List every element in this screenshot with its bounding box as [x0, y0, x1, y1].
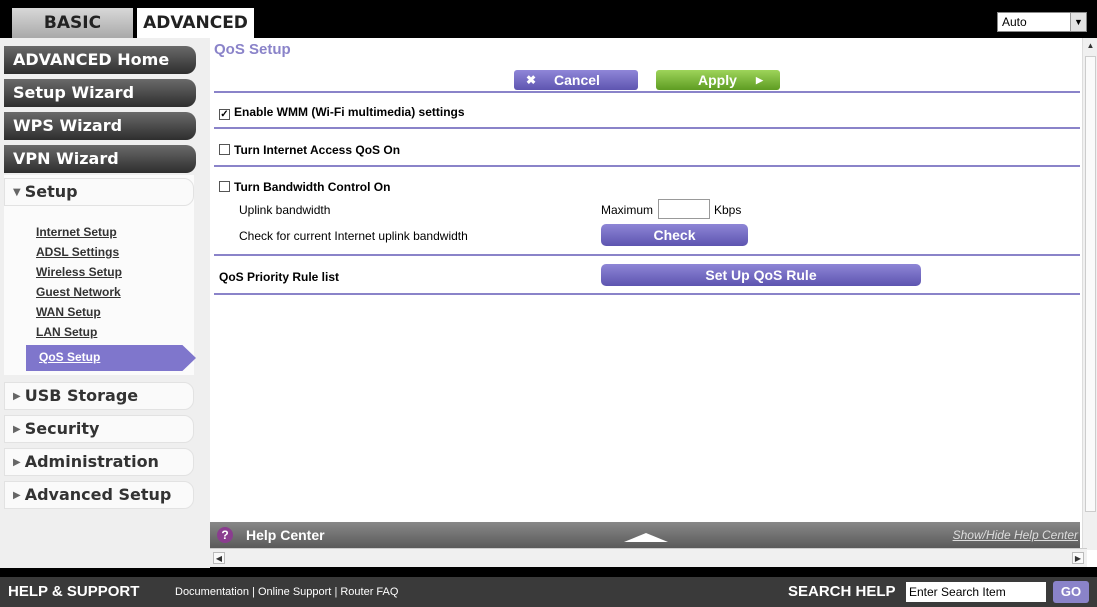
- expanded-triangle-icon: ▼: [13, 187, 21, 198]
- sublink-wireless-setup[interactable]: Wireless Setup: [36, 265, 122, 279]
- sidebar-item-setup-label: Setup: [24, 182, 78, 201]
- divider: [214, 254, 1080, 256]
- vertical-scrollbar[interactable]: ▲: [1082, 38, 1097, 550]
- divider: [214, 165, 1080, 167]
- bandwidth-control-checkbox[interactable]: [219, 181, 230, 192]
- sidebar-item-administration[interactable]: ▶ Administration: [4, 448, 194, 476]
- scroll-up-icon[interactable]: ▲: [1084, 39, 1097, 53]
- tab-advanced[interactable]: ADVANCED: [137, 8, 254, 38]
- arrow-right-icon: ▶: [756, 75, 763, 85]
- sidebar: ADVANCED Home Setup Wizard WPS Wizard VP…: [0, 38, 210, 568]
- divider: [214, 293, 1080, 295]
- uplink-bandwidth-input[interactable]: [658, 199, 710, 219]
- horizontal-scrollbar[interactable]: ◀ ▶: [210, 548, 1087, 567]
- sublink-qos-setup-active[interactable]: QoS Setup: [26, 345, 196, 371]
- bandwidth-control-label: Turn Bandwidth Control On: [234, 180, 391, 194]
- collapsed-triangle-icon: ▶: [13, 391, 21, 402]
- sidebar-item-advanced-home[interactable]: ADVANCED Home: [4, 46, 196, 74]
- divider: [214, 91, 1080, 93]
- check-uplink-label: Check for current Internet uplink bandwi…: [239, 229, 468, 243]
- cancel-button-label: Cancel: [554, 72, 600, 88]
- router-admin-window: BASIC ADVANCED Auto ▼ ADVANCED Home Setu…: [0, 0, 1097, 607]
- help-icon: ?: [217, 527, 233, 543]
- language-select-value: Auto: [1002, 15, 1027, 29]
- kbps-unit-label: Kbps: [714, 203, 742, 217]
- chevron-down-icon[interactable]: ▼: [1070, 13, 1086, 31]
- sublink-adsl-settings[interactable]: ADSL Settings: [36, 245, 119, 259]
- top-tab-bar: BASIC ADVANCED Auto ▼: [0, 0, 1097, 38]
- search-help-label: SEARCH HELP: [788, 583, 896, 600]
- sidebar-item-security[interactable]: ▶ Security: [4, 415, 194, 443]
- help-center-title: Help Center: [246, 527, 325, 543]
- sublink-internet-setup[interactable]: Internet Setup: [36, 225, 117, 239]
- collapsed-triangle-icon: ▶: [13, 424, 21, 435]
- scroll-thumb[interactable]: [1085, 56, 1096, 512]
- uplink-bandwidth-label: Uplink bandwidth: [239, 203, 331, 217]
- sidebar-item-usb-storage[interactable]: ▶ USB Storage: [4, 382, 194, 410]
- sidebar-item-usb-storage-label: USB Storage: [24, 386, 139, 405]
- search-help-input[interactable]: Enter Search Item: [906, 582, 1046, 602]
- internet-qos-setting: Turn Internet Access QoS On: [219, 143, 400, 157]
- bandwidth-control-setting: Turn Bandwidth Control On: [219, 180, 390, 194]
- sidebar-item-setup-wizard[interactable]: Setup Wizard: [4, 79, 196, 107]
- tab-basic[interactable]: BASIC: [12, 8, 133, 38]
- cancel-button[interactable]: ✖ Cancel: [514, 70, 638, 90]
- set-up-qos-rule-button[interactable]: Set Up QoS Rule: [601, 264, 921, 286]
- sidebar-item-advanced-setup[interactable]: ▶ Advanced Setup: [4, 481, 194, 509]
- collapsed-triangle-icon: ▶: [13, 457, 21, 468]
- go-button[interactable]: GO: [1053, 581, 1089, 603]
- expand-help-icon[interactable]: [624, 533, 668, 542]
- page-title: QoS Setup: [214, 41, 291, 58]
- internet-qos-label: Turn Internet Access QoS On: [234, 143, 401, 157]
- language-select[interactable]: Auto ▼: [997, 12, 1087, 32]
- sublink-guest-network[interactable]: Guest Network: [36, 285, 121, 299]
- scroll-left-icon[interactable]: ◀: [213, 552, 225, 564]
- help-center-bar: ? Help Center Show/Hide Help Center: [210, 522, 1080, 548]
- documentation-link[interactable]: Documentation: [175, 586, 249, 598]
- sidebar-item-vpn-wizard[interactable]: VPN Wizard: [4, 145, 196, 173]
- online-support-link[interactable]: Online Support: [258, 586, 331, 598]
- apply-button[interactable]: Apply ▶: [656, 70, 780, 90]
- wmm-checkbox[interactable]: ✓: [219, 109, 230, 120]
- apply-button-label: Apply: [698, 72, 737, 88]
- sidebar-item-wps-wizard[interactable]: WPS Wizard: [4, 112, 196, 140]
- sidebar-item-advanced-setup-label: Advanced Setup: [24, 485, 172, 504]
- show-hide-help-center-link[interactable]: Show/Hide Help Center: [953, 528, 1078, 542]
- sublink-wan-setup[interactable]: WAN Setup: [36, 305, 101, 319]
- maximum-label: Maximum: [601, 203, 654, 217]
- wmm-setting: ✓ Enable WMM (Wi-Fi multimedia) settings: [219, 105, 465, 120]
- scroll-right-icon[interactable]: ▶: [1072, 552, 1084, 564]
- close-icon: ✖: [526, 73, 537, 87]
- qos-priority-rule-list-label: QoS Priority Rule list: [219, 270, 340, 284]
- sidebar-item-administration-label: Administration: [24, 452, 159, 471]
- check-button[interactable]: Check: [601, 224, 748, 246]
- main-content: QoS Setup ✖ Cancel Apply ▶ ✓ Enable WMM (…: [210, 38, 1097, 567]
- footer-links: Documentation | Online Support | Router …: [175, 586, 398, 598]
- help-support-heading: HELP & SUPPORT: [8, 583, 140, 600]
- collapsed-triangle-icon: ▶: [13, 490, 21, 501]
- router-faq-link[interactable]: Router FAQ: [340, 586, 398, 598]
- internet-qos-checkbox[interactable]: [219, 144, 230, 155]
- wmm-label: Enable WMM (Wi-Fi multimedia) settings: [234, 105, 465, 119]
- sidebar-item-setup[interactable]: ▼ Setup: [4, 178, 194, 206]
- sublink-lan-setup[interactable]: LAN Setup: [36, 325, 97, 339]
- sublink-qos-setup-label: QoS Setup: [39, 350, 101, 364]
- divider: [214, 127, 1080, 129]
- footer-bar: HELP & SUPPORT Documentation | Online Su…: [0, 577, 1097, 607]
- sidebar-item-security-label: Security: [24, 419, 100, 438]
